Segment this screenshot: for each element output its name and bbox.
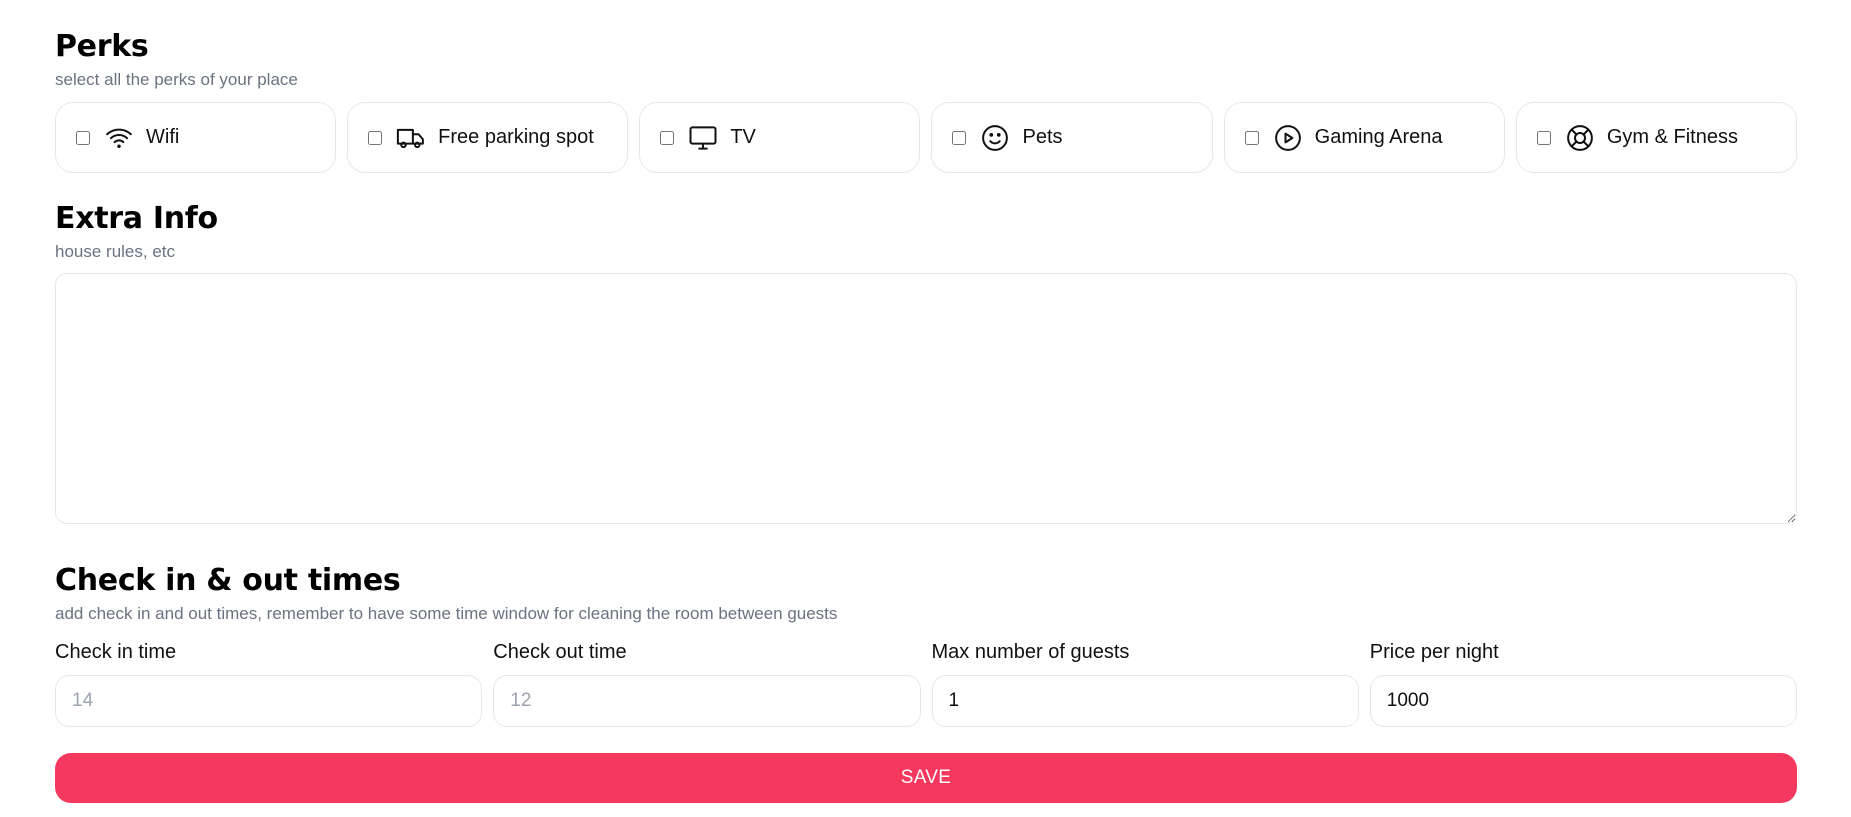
perk-gym-checkbox[interactable] bbox=[1536, 130, 1551, 145]
perk-label: Wifi bbox=[146, 126, 180, 148]
check-times-heading: Check in & out times bbox=[55, 563, 401, 598]
perks-grid: Wifi Free parking spot TV Pets Gaming Ar… bbox=[55, 102, 1797, 173]
perk-label: TV bbox=[730, 126, 756, 148]
perk-gym[interactable]: Gym & Fitness bbox=[1515, 102, 1797, 173]
extra-info-textarea[interactable] bbox=[55, 273, 1797, 524]
perks-subtitle: select all the perks of your place bbox=[55, 70, 298, 89]
perk-label: Gym & Fitness bbox=[1606, 126, 1738, 148]
check-times-subtitle: add check in and out times, remember to … bbox=[55, 604, 838, 623]
play-circle-icon bbox=[1273, 123, 1303, 153]
perk-label: Gaming Arena bbox=[1314, 126, 1443, 148]
extra-info-subtitle: house rules, etc bbox=[55, 242, 176, 261]
perk-wifi[interactable]: Wifi bbox=[55, 102, 337, 173]
perks-heading: Perks bbox=[55, 29, 149, 64]
perk-label: Free parking spot bbox=[438, 126, 594, 148]
perk-wifi-checkbox[interactable] bbox=[76, 130, 90, 145]
perk-parking-checkbox[interactable] bbox=[368, 130, 383, 145]
extra-info-heading: Extra Info bbox=[55, 201, 218, 236]
max-guests-label: Max number of guests bbox=[931, 641, 1130, 663]
perk-label: Pets bbox=[1022, 126, 1063, 148]
perk-pets-checkbox[interactable] bbox=[952, 130, 967, 145]
monitor-icon bbox=[688, 123, 718, 153]
price-field: Price per night bbox=[1369, 639, 1797, 727]
perk-gaming[interactable]: Gaming Arena bbox=[1223, 102, 1505, 173]
wifi-icon bbox=[104, 123, 134, 153]
smiley-icon bbox=[980, 123, 1010, 153]
check-in-label: Check in time bbox=[55, 641, 177, 663]
max-guests-field: Max number of guests bbox=[931, 639, 1359, 727]
check-out-input[interactable] bbox=[493, 675, 921, 727]
truck-icon bbox=[396, 123, 426, 153]
check-times-fields: Check in time Check out time Max number … bbox=[55, 639, 1797, 727]
perk-tv-checkbox[interactable] bbox=[660, 130, 675, 145]
perk-parking[interactable]: Free parking spot bbox=[347, 102, 629, 173]
perk-tv[interactable]: TV bbox=[639, 102, 921, 173]
perk-pets[interactable]: Pets bbox=[931, 102, 1213, 173]
max-guests-input[interactable] bbox=[931, 675, 1359, 727]
price-input[interactable] bbox=[1369, 675, 1797, 727]
price-label: Price per night bbox=[1369, 641, 1499, 663]
check-in-field: Check in time bbox=[55, 639, 483, 727]
check-in-input[interactable] bbox=[55, 675, 483, 727]
perk-gaming-checkbox[interactable] bbox=[1244, 130, 1259, 145]
check-out-field: Check out time bbox=[493, 639, 921, 727]
lifebuoy-icon bbox=[1565, 123, 1595, 153]
check-out-label: Check out time bbox=[493, 641, 627, 663]
save-button[interactable]: SAVE bbox=[55, 753, 1797, 803]
